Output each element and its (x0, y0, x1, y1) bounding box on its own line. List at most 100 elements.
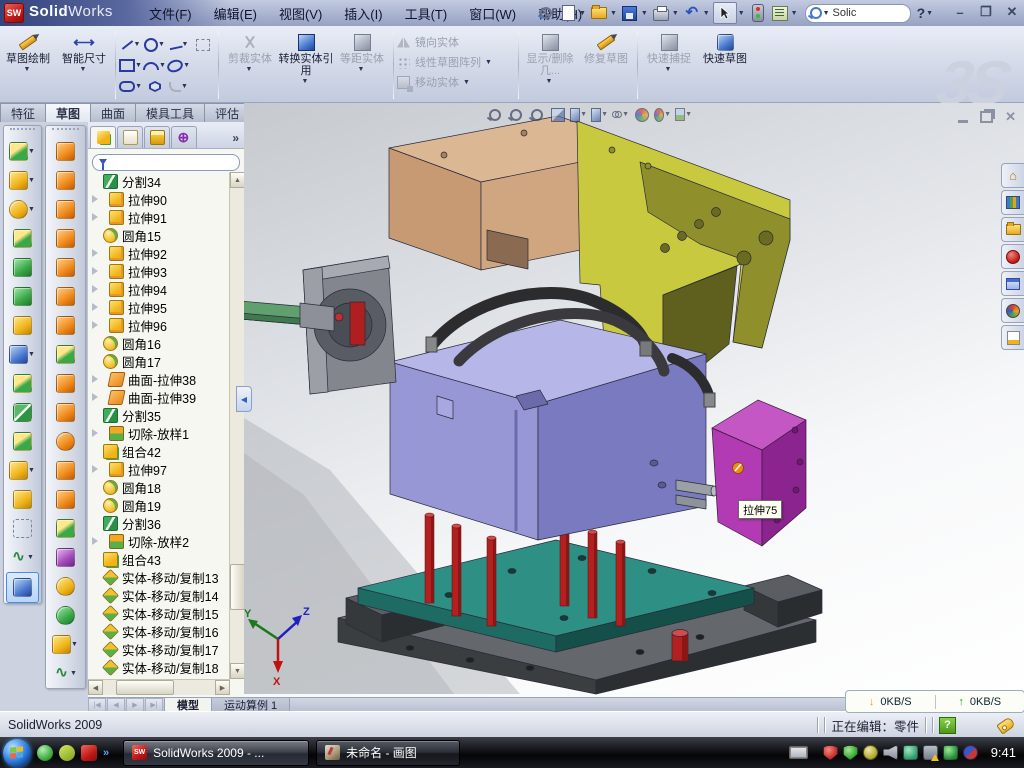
help-button[interactable]: ? (917, 5, 926, 21)
tab-曲面[interactable]: 曲面 (90, 103, 136, 122)
tree-item[interactable]: 圆角16 (88, 334, 230, 352)
curve-button[interactable]: ▼ (4, 456, 41, 485)
new-dropdown[interactable]: ▼ (579, 10, 586, 17)
trim-entities-button[interactable]: 剪裁实体▼ (222, 28, 278, 102)
taskpane-design-library-tab[interactable] (1001, 190, 1024, 215)
tree-item[interactable]: 拉伸90 (88, 190, 230, 208)
doc-close-button[interactable]: ✕ (1005, 109, 1016, 125)
quicklaunch-more-chevron[interactable]: » (103, 747, 109, 759)
close-button[interactable]: ✕ (1004, 4, 1020, 20)
taskpane-custom-properties-tab[interactable] (1001, 325, 1024, 350)
display-delete-relations-button[interactable]: 显示/删除几...▼ (522, 28, 578, 102)
dropdown-arrow[interactable]: ▼ (181, 83, 188, 90)
nav-first-button[interactable]: |◀ (88, 698, 106, 712)
nav-next-button[interactable]: ▶ (126, 698, 144, 712)
arc-button[interactable]: ▼ (143, 55, 167, 76)
view-orientation-button[interactable]: ▼ (570, 106, 588, 123)
boundary-boss-button[interactable] (46, 253, 85, 282)
new-document-button[interactable] (558, 3, 578, 23)
text-button[interactable] (191, 55, 215, 76)
expand-arrow[interactable] (92, 375, 105, 383)
tree-item[interactable]: 组合42 (88, 442, 230, 460)
cavity-button[interactable] (46, 456, 85, 485)
quicklaunch-messenger-icon[interactable] (37, 745, 53, 761)
boss-base-button[interactable] (4, 253, 41, 282)
spline-tool-button[interactable]: ∿▼ (4, 543, 41, 572)
extruded-boss-button[interactable]: ▼ (4, 137, 41, 166)
expand-arrow[interactable] (92, 321, 105, 329)
tree-item[interactable]: 拉伸96 (88, 316, 230, 334)
save-dropdown[interactable]: ▼ (641, 10, 648, 17)
tree-item[interactable]: 圆角19 (88, 496, 230, 514)
offset-entities-button[interactable]: 等距实体▼ (334, 28, 390, 102)
undo-dropdown[interactable]: ▼ (703, 10, 710, 17)
quicklaunch-solidworks-icon[interactable] (81, 745, 97, 761)
dropdown-arrow[interactable]: ▼ (580, 111, 587, 118)
expand-arrow[interactable] (92, 537, 105, 545)
dropdown-arrow[interactable]: ▼ (28, 467, 35, 474)
dropdown-arrow[interactable]: ▼ (485, 59, 492, 66)
updater-icon[interactable] (863, 745, 878, 760)
linear-pattern-button[interactable]: ▼ (4, 340, 41, 369)
dropdown-arrow[interactable]: ▼ (70, 670, 77, 677)
curve2-button[interactable]: ▼ (46, 630, 85, 659)
tree-item[interactable]: 拉伸92 (88, 244, 230, 262)
axis-button[interactable] (4, 514, 41, 543)
defender-shield-icon[interactable] (843, 745, 858, 760)
dropdown-arrow[interactable]: ▼ (28, 351, 35, 358)
menu-2[interactable]: 视图(V) (270, 2, 331, 25)
tree-item[interactable]: 实体-移动/复制17 (88, 640, 230, 658)
dropdown-arrow[interactable]: ▼ (135, 83, 142, 90)
extruded-cut-button[interactable]: ▼ (4, 166, 41, 195)
rib-button[interactable] (46, 398, 85, 427)
section-view-button[interactable] (549, 106, 567, 123)
dashedbox-button[interactable] (191, 34, 215, 55)
menu-3[interactable]: 插入(I) (335, 2, 391, 25)
dropdown-arrow[interactable]: ▼ (622, 111, 629, 118)
tree-item[interactable]: 实体-移动/复制13 (88, 568, 230, 586)
quick-snaps-button[interactable]: 快速捕捉▼ (641, 28, 697, 102)
instant3d-button[interactable] (6, 572, 39, 603)
select-button[interactable] (713, 2, 737, 24)
print-dropdown[interactable]: ▼ (672, 10, 679, 17)
tree-item[interactable]: 拉伸91 (88, 208, 230, 226)
tab-特征[interactable]: 特征 (0, 103, 46, 122)
dropdown-arrow[interactable]: ▼ (183, 62, 190, 69)
rect-button[interactable]: ▼ (119, 55, 143, 76)
scroll-right-button[interactable]: ▶ (215, 680, 230, 695)
expand-arrow[interactable] (92, 195, 105, 203)
taskpane-home-tab[interactable]: ⌂ (1001, 163, 1024, 188)
tooling-split-button[interactable] (46, 514, 85, 543)
doc-tab-1[interactable]: 运动算例 1 (211, 698, 290, 712)
revolved-boss-button[interactable] (46, 137, 85, 166)
dropdown-arrow[interactable]: ▼ (158, 41, 165, 48)
spline2-button[interactable]: ∿▼ (46, 659, 85, 688)
antivirus-shield-icon[interactable] (823, 745, 838, 760)
thicken-button[interactable] (46, 311, 85, 340)
vertical-scroll-thumb[interactable] (230, 564, 245, 610)
expand-arrow[interactable] (92, 465, 105, 473)
search-input[interactable]: Solic (833, 7, 857, 19)
tree-item[interactable]: 拉伸95 (88, 298, 230, 316)
fillet-button[interactable]: ▼ (167, 76, 191, 97)
restore-button[interactable]: ❐ (978, 4, 994, 20)
tree-horizontal-scrollbar[interactable]: ◀ ▶ (88, 679, 230, 695)
panel-more-chevron[interactable]: » (232, 131, 242, 148)
dropdown-arrow[interactable]: ▼ (134, 41, 141, 48)
tree-item[interactable]: 曲面-拉伸38 (88, 370, 230, 388)
propertymanager-tab[interactable] (117, 126, 143, 148)
chamfer-button[interactable] (4, 282, 41, 311)
health-shield-icon[interactable] (943, 745, 958, 760)
tree-item[interactable]: 实体-移动/复制16 (88, 622, 230, 640)
quicklaunch-antivirus-icon[interactable] (59, 745, 75, 761)
quick-tips-button[interactable]: ? (939, 717, 956, 734)
horizontal-scroll-thumb[interactable] (116, 680, 174, 695)
slot-button[interactable]: ▼ (119, 76, 143, 97)
edit-appearance-button[interactable] (633, 106, 651, 123)
dropdown-arrow[interactable]: ▼ (664, 111, 671, 118)
tab-模具工具[interactable]: 模具工具 (135, 103, 205, 122)
help-dropdown[interactable]: ▼ (926, 10, 933, 17)
tree-item[interactable]: 实体-移动/复制15 (88, 604, 230, 622)
tree-item[interactable]: 组合43 (88, 550, 230, 568)
expand-arrow[interactable] (92, 285, 105, 293)
